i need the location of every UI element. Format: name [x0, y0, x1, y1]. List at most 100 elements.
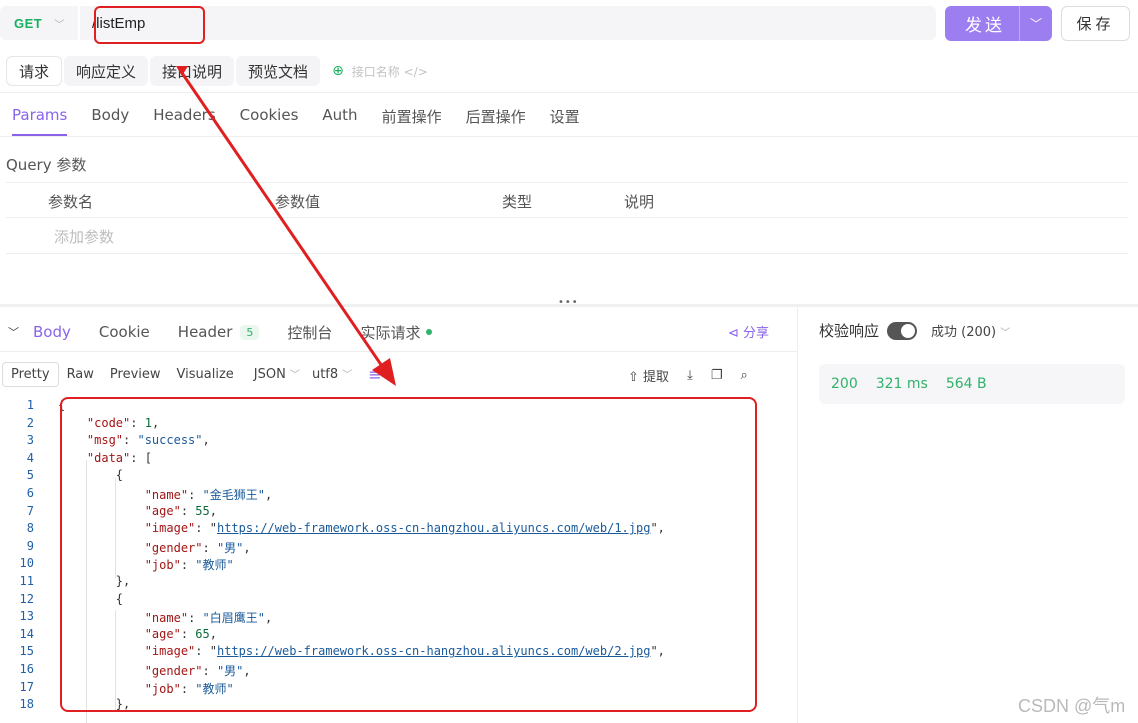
wrap-lines-icon[interactable]: ≡: [368, 365, 381, 384]
tab-console[interactable]: 控制台: [287, 322, 332, 343]
column-header: 说明: [624, 193, 655, 211]
query-params-title: Query 参数: [6, 156, 87, 174]
format-toolbar: Pretty Raw Preview Visualize JSON ﹀ utf8…: [2, 361, 382, 387]
subtab-preview-doc[interactable]: 预览文档: [236, 56, 321, 86]
response-tools: ⇧ 提取 ⤓ ❐ ⌕: [628, 366, 766, 385]
line-number: 13: [19, 609, 34, 624]
line-number: 15: [19, 644, 34, 659]
copy-icon[interactable]: ❐: [711, 368, 723, 383]
status-code: 200: [831, 376, 858, 392]
divider: [6, 253, 1128, 254]
send-button[interactable]: 发送 ﹀: [945, 6, 1052, 41]
line-number: 5: [26, 468, 34, 483]
line-number: 17: [19, 679, 34, 694]
line-number: 14: [19, 626, 34, 641]
chevron-down-icon[interactable]: ﹀: [1030, 15, 1042, 32]
divider: [0, 351, 797, 352]
collapse-icon[interactable]: ﹀: [8, 324, 19, 340]
column-header: 类型: [502, 193, 533, 211]
verify-response: 校验响应 成功 (200) ﹀: [819, 320, 1010, 341]
query-table-header: 参数名 参数值 类型 说明: [6, 182, 1128, 218]
param-tabs: Params Body Headers Cookies Auth 前置操作 后置…: [0, 100, 592, 136]
format-select[interactable]: JSON ﹀: [254, 366, 300, 382]
column-header: 参数值: [275, 193, 321, 211]
line-number: 2: [26, 415, 34, 430]
extract-button[interactable]: ⇧ 提取: [628, 366, 669, 385]
format-preview[interactable]: Preview: [102, 363, 169, 386]
encoding-select-value: utf8: [311, 367, 339, 382]
tab-settings[interactable]: 设置: [538, 100, 592, 136]
subtab-request[interactable]: 请求: [6, 56, 63, 86]
tab-pre-operations[interactable]: 前置操作: [370, 100, 454, 136]
line-number: 6: [26, 486, 34, 500]
line-number: 4: [26, 450, 34, 465]
status-dot: [426, 329, 433, 335]
format-pretty[interactable]: Pretty: [2, 361, 59, 387]
share-icon: ⊲: [728, 326, 739, 341]
annotation-url-box: [94, 6, 205, 44]
verify-toggle[interactable]: [887, 321, 918, 340]
share-button[interactable]: ⊲ 分享: [728, 322, 769, 341]
response-time: 321 ms: [875, 376, 928, 392]
send-divider: [1019, 6, 1020, 41]
tab-label: 实际请求: [360, 323, 421, 342]
method-label: GET: [14, 15, 43, 31]
api-name-input[interactable]: 接口名称 </>: [352, 63, 428, 80]
response-size: 564 B: [945, 376, 987, 392]
verify-label: 校验响应: [819, 322, 880, 340]
vertical-divider: [797, 307, 798, 723]
save-button[interactable]: 保存: [1061, 6, 1130, 41]
line-number: 11: [19, 574, 34, 588]
tab-headers[interactable]: Headers: [141, 100, 227, 136]
divider: [0, 136, 1138, 137]
method-select[interactable]: GET ﹀: [0, 6, 78, 40]
tab-post-operations[interactable]: 后置操作: [454, 100, 538, 136]
line-number: 1: [26, 398, 34, 412]
line-number: 3: [26, 433, 34, 448]
tab-params[interactable]: Params: [0, 100, 79, 136]
tab-auth[interactable]: Auth: [310, 100, 369, 136]
status-select[interactable]: 成功 (200) ﹀: [931, 321, 1010, 340]
add-param-input[interactable]: 添加参数: [54, 226, 114, 247]
globe-icon[interactable]: ⊕: [332, 63, 344, 79]
chevron-down-icon: ﹀: [342, 370, 353, 381]
format-visualize[interactable]: Visualize: [169, 363, 242, 386]
tab-body[interactable]: Body: [79, 100, 141, 136]
status-select-value: 成功 (200): [931, 325, 997, 340]
chevron-down-icon: ﹀: [1000, 328, 1011, 339]
url-input[interactable]: /listEmp: [80, 6, 936, 40]
share-label: 分享: [743, 326, 770, 341]
extract-label: 提取: [643, 370, 670, 385]
format-select-value: JSON: [253, 367, 286, 382]
subtab-response-definition[interactable]: 响应定义: [64, 56, 149, 86]
tab-response-cookie[interactable]: Cookie: [99, 323, 150, 341]
search-icon[interactable]: ⌕: [740, 368, 747, 383]
format-raw[interactable]: Raw: [59, 363, 102, 386]
watermark: CSDN @气m: [1018, 696, 1126, 716]
subtab-api-description[interactable]: 接口说明: [150, 56, 235, 86]
line-number: 10: [19, 556, 34, 571]
send-label: 发送: [965, 16, 1005, 36]
response-tabs: ﹀ Body Cookie Header 5 控制台 实际请求: [0, 318, 460, 346]
divider: [0, 92, 1138, 93]
chevron-down-icon: ﹀: [289, 370, 300, 381]
drag-handle-icon[interactable]: •••: [558, 297, 579, 308]
line-number: 7: [26, 503, 34, 518]
download-icon[interactable]: ⤓: [687, 368, 693, 383]
chevron-down-icon: ﹀: [54, 19, 65, 31]
tab-response-body[interactable]: Body: [33, 323, 71, 341]
response-stats: 200 321 ms 564 B: [819, 364, 1125, 404]
encoding-select[interactable]: utf8 ﹀: [312, 366, 352, 382]
line-number: 12: [19, 591, 34, 606]
column-header: 参数名: [48, 193, 94, 211]
line-number: 8: [26, 521, 34, 536]
header-count-badge: 5: [240, 324, 260, 340]
tab-actual-request[interactable]: 实际请求: [360, 322, 433, 343]
line-number: 18: [19, 697, 34, 712]
tab-cookies[interactable]: Cookies: [228, 100, 311, 136]
tab-response-header[interactable]: Header 5: [178, 323, 260, 341]
upload-icon: ⇧: [628, 370, 639, 385]
tab-label: Header: [177, 323, 233, 341]
annotation-json-box: [60, 397, 757, 712]
line-number: 16: [19, 662, 34, 676]
